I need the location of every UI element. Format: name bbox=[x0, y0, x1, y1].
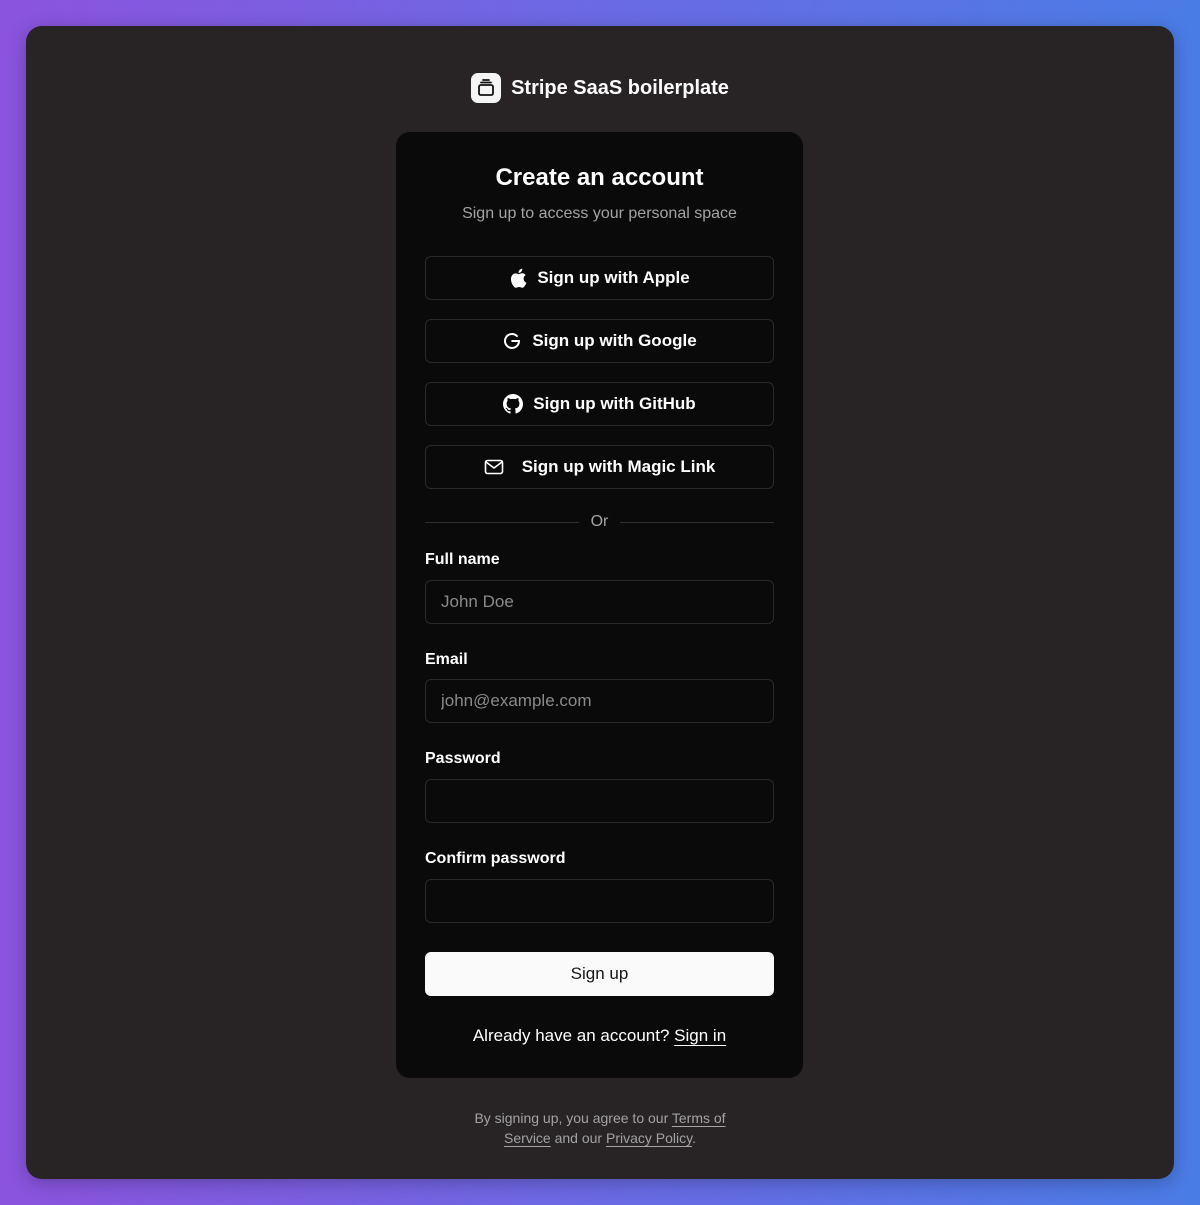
legal-middle: and our bbox=[554, 1130, 603, 1146]
legal-notice: By signing up, you agree to our Terms of… bbox=[466, 1108, 734, 1148]
legal-suffix: . bbox=[692, 1130, 696, 1146]
divider-line-right bbox=[620, 521, 774, 523]
stack-icon bbox=[471, 73, 502, 103]
password-label: Password bbox=[425, 750, 501, 767]
legal-prefix: By signing up, you agree to our bbox=[474, 1110, 669, 1126]
privacy-policy-link[interactable]: Privacy Policy bbox=[606, 1130, 692, 1146]
sign-up-google-button[interactable]: Sign up with Google bbox=[425, 319, 774, 363]
signin-prompt: Already have an account? bbox=[472, 1026, 670, 1045]
email-input[interactable] bbox=[425, 679, 774, 723]
sign-up-github-label: Sign up with GitHub bbox=[533, 394, 696, 413]
page-subtitle: Sign up to access your personal space bbox=[462, 205, 737, 222]
google-icon bbox=[502, 331, 522, 351]
sign-up-magic-link-button[interactable]: Sign up with Magic Link bbox=[425, 445, 774, 489]
divider-text: Or bbox=[590, 513, 609, 530]
sign-in-link[interactable]: Sign in bbox=[674, 1026, 726, 1045]
brand-header: Stripe SaaS boilerplate bbox=[26, 73, 1174, 103]
signup-card: Create an account Sign up to access your… bbox=[396, 132, 803, 1078]
sign-up-apple-button[interactable]: Sign up with Apple bbox=[425, 256, 774, 300]
email-label: Email bbox=[425, 651, 468, 668]
or-divider: Or bbox=[425, 512, 774, 532]
sign-up-google-label: Sign up with Google bbox=[532, 331, 697, 350]
sign-up-apple-label: Sign up with Apple bbox=[537, 268, 690, 287]
full-name-input[interactable] bbox=[425, 580, 774, 624]
signin-row: Already have an account? Sign in bbox=[396, 1026, 803, 1046]
divider-line-left bbox=[425, 521, 579, 523]
sign-up-magic-link-label: Sign up with Magic Link bbox=[521, 457, 716, 476]
confirm-password-label: Confirm password bbox=[425, 850, 566, 867]
confirm-password-input[interactable] bbox=[425, 879, 774, 923]
page-title: Create an account bbox=[495, 164, 704, 191]
sign-up-github-button[interactable]: Sign up with GitHub bbox=[425, 382, 774, 426]
full-name-label: Full name bbox=[425, 551, 500, 568]
brand-name: Stripe SaaS boilerplate bbox=[511, 76, 729, 99]
apple-icon bbox=[509, 268, 527, 288]
password-input[interactable] bbox=[425, 779, 774, 823]
sign-up-button[interactable]: Sign up bbox=[425, 952, 774, 996]
app-window: Stripe SaaS boilerplate Create an accoun… bbox=[26, 26, 1174, 1179]
mail-icon bbox=[484, 459, 504, 475]
github-icon bbox=[503, 394, 524, 414]
